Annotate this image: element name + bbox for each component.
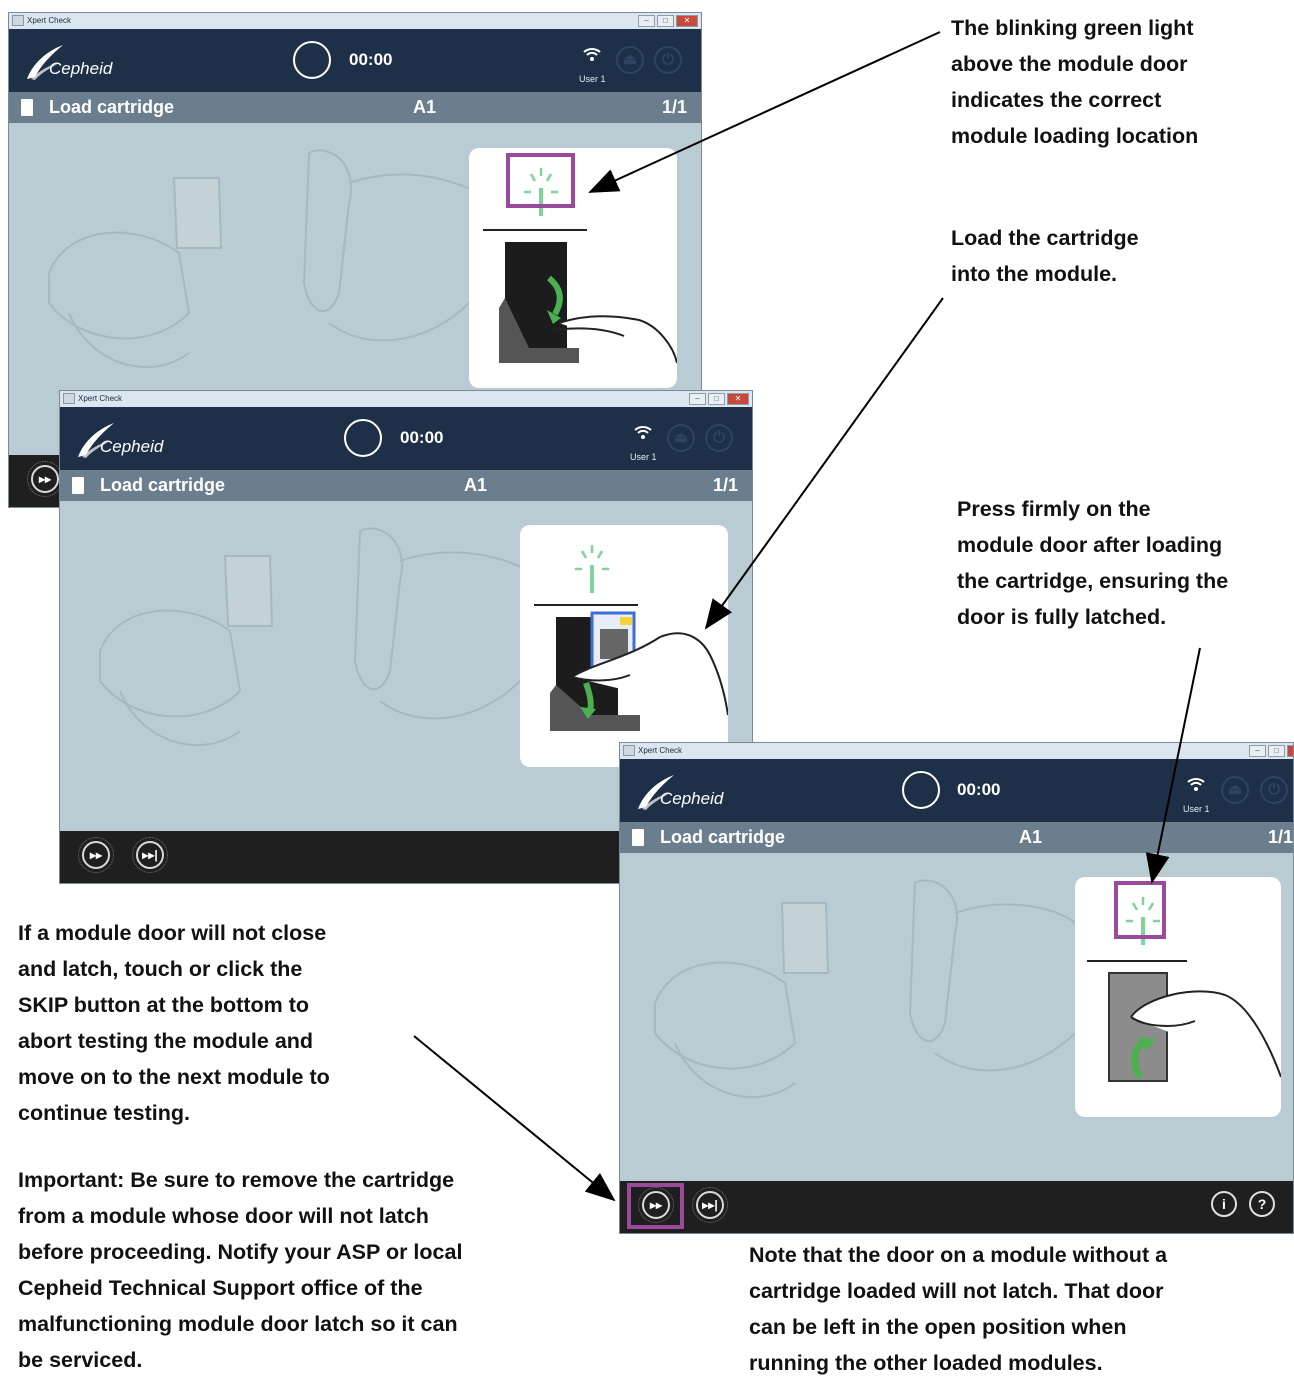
- annotation-blinking-light: The blinking green light above the modul…: [951, 16, 1199, 148]
- footer-bar: ▸▸ ▸▸| i ?: [620, 1181, 1293, 1233]
- maximize-button[interactable]: □: [657, 15, 674, 27]
- timer: 00:00: [349, 50, 393, 69]
- app-header: Cepheid 00:00 User 1 ⏏ ⏻: [620, 759, 1293, 822]
- user-label: User 1: [579, 74, 606, 84]
- step-bar: Load cartridge A1 1/1: [60, 470, 752, 501]
- wifi-icon: [1187, 778, 1205, 791]
- info-button[interactable]: i: [1211, 1191, 1237, 1217]
- logo-text: Cepheid: [49, 59, 113, 78]
- user-label: User 1: [1183, 804, 1210, 814]
- green-light-highlight: [1114, 881, 1166, 939]
- timer-circle-icon: [293, 41, 331, 79]
- annotation-skip-info: If a module door will not close and latc…: [18, 921, 330, 1125]
- app-icon: [12, 15, 24, 27]
- eject-button[interactable]: ⏏: [1221, 776, 1249, 804]
- timer: 00:00: [957, 780, 1001, 799]
- annotation-note-latch: Note that the door on a module without a…: [749, 1243, 1168, 1375]
- minimize-button[interactable]: –: [1249, 745, 1266, 757]
- skip-button[interactable]: ▸▸: [31, 465, 59, 493]
- instruction-card: [520, 525, 728, 767]
- timer-circle-icon: [344, 419, 382, 457]
- timer-circle-icon: [902, 771, 940, 809]
- close-button[interactable]: ✕: [676, 15, 698, 27]
- app-header: Cepheid 00:00 User 1 ⏏ ⏻: [60, 407, 752, 470]
- step-title: Load cartridge: [49, 97, 175, 117]
- power-button[interactable]: ⏻: [705, 424, 733, 452]
- title-bar: Xpert Check –□✕: [60, 391, 752, 407]
- logo-text: Cepheid: [660, 789, 724, 808]
- wifi-icon: [634, 426, 652, 439]
- annotation-load-cartridge: Load the cartridge into the module.: [951, 226, 1139, 286]
- close-button[interactable]: ✕: [1287, 745, 1293, 757]
- app-header: Cepheid 00:00 User 1 ⏏ ⏻: [9, 29, 701, 92]
- step-bar: Load cartridge A1 1/1: [9, 92, 701, 123]
- step-count: 1/1: [661, 97, 687, 117]
- user-label: User 1: [630, 452, 657, 462]
- timer: 00:00: [400, 428, 444, 447]
- door-closing-illustration: [1087, 897, 1281, 1082]
- xpert-check-window-3: Xpert Check –□✕ Cepheid 00:00 User 1 ⏏ ⏻…: [619, 742, 1294, 1234]
- green-light-icon: [575, 545, 609, 593]
- window-title: Xpert Check: [78, 394, 123, 403]
- maximize-button[interactable]: □: [1268, 745, 1285, 757]
- cartridge-icon: [72, 477, 84, 494]
- step-title: Load cartridge: [100, 475, 226, 495]
- skip-all-button[interactable]: ▸▸|: [136, 841, 164, 869]
- power-button[interactable]: ⏻: [654, 46, 682, 74]
- title-bar: Xpert Check –□✕: [620, 743, 1293, 759]
- step-count: 1/1: [1267, 827, 1293, 847]
- annotation-important: Important: Be sure to remove the cartrid…: [18, 1168, 463, 1372]
- skip-button-highlight: [627, 1183, 684, 1229]
- module-slot: A1: [464, 475, 488, 495]
- title-bar: Xpert Check –□✕: [9, 13, 701, 29]
- close-button[interactable]: ✕: [727, 393, 749, 405]
- step-title: Load cartridge: [660, 827, 786, 847]
- minimize-button[interactable]: –: [638, 15, 655, 27]
- app-icon: [623, 745, 635, 757]
- app-icon: [63, 393, 75, 405]
- power-button[interactable]: ⏻: [1260, 776, 1288, 804]
- cartridge-icon: [632, 829, 644, 846]
- logo-text: Cepheid: [100, 437, 164, 456]
- cartridge-icon: [21, 99, 33, 116]
- green-light-highlight: [506, 153, 575, 208]
- wifi-icon: [583, 48, 601, 61]
- module-slot: A1: [413, 97, 437, 117]
- skip-all-button[interactable]: ▸▸|: [696, 1191, 724, 1219]
- window-title: Xpert Check: [638, 746, 683, 755]
- module-slot: A1: [1019, 827, 1043, 847]
- window-title: Xpert Check: [27, 16, 72, 25]
- annotation-press-firmly: Press firmly on the module door after lo…: [957, 497, 1229, 629]
- maximize-button[interactable]: □: [708, 393, 725, 405]
- skip-button[interactable]: ▸▸: [82, 841, 110, 869]
- step-bar: Load cartridge A1 1/1: [620, 822, 1293, 853]
- eject-button[interactable]: ⏏: [616, 46, 644, 74]
- cartridge-loading-illustration: [534, 545, 728, 731]
- help-button[interactable]: ?: [1249, 1191, 1275, 1217]
- minimize-button[interactable]: –: [689, 393, 706, 405]
- eject-button[interactable]: ⏏: [667, 424, 695, 452]
- instruction-area: [620, 853, 1293, 1181]
- step-count: 1/1: [712, 475, 738, 495]
- instruction-card: [1075, 877, 1281, 1117]
